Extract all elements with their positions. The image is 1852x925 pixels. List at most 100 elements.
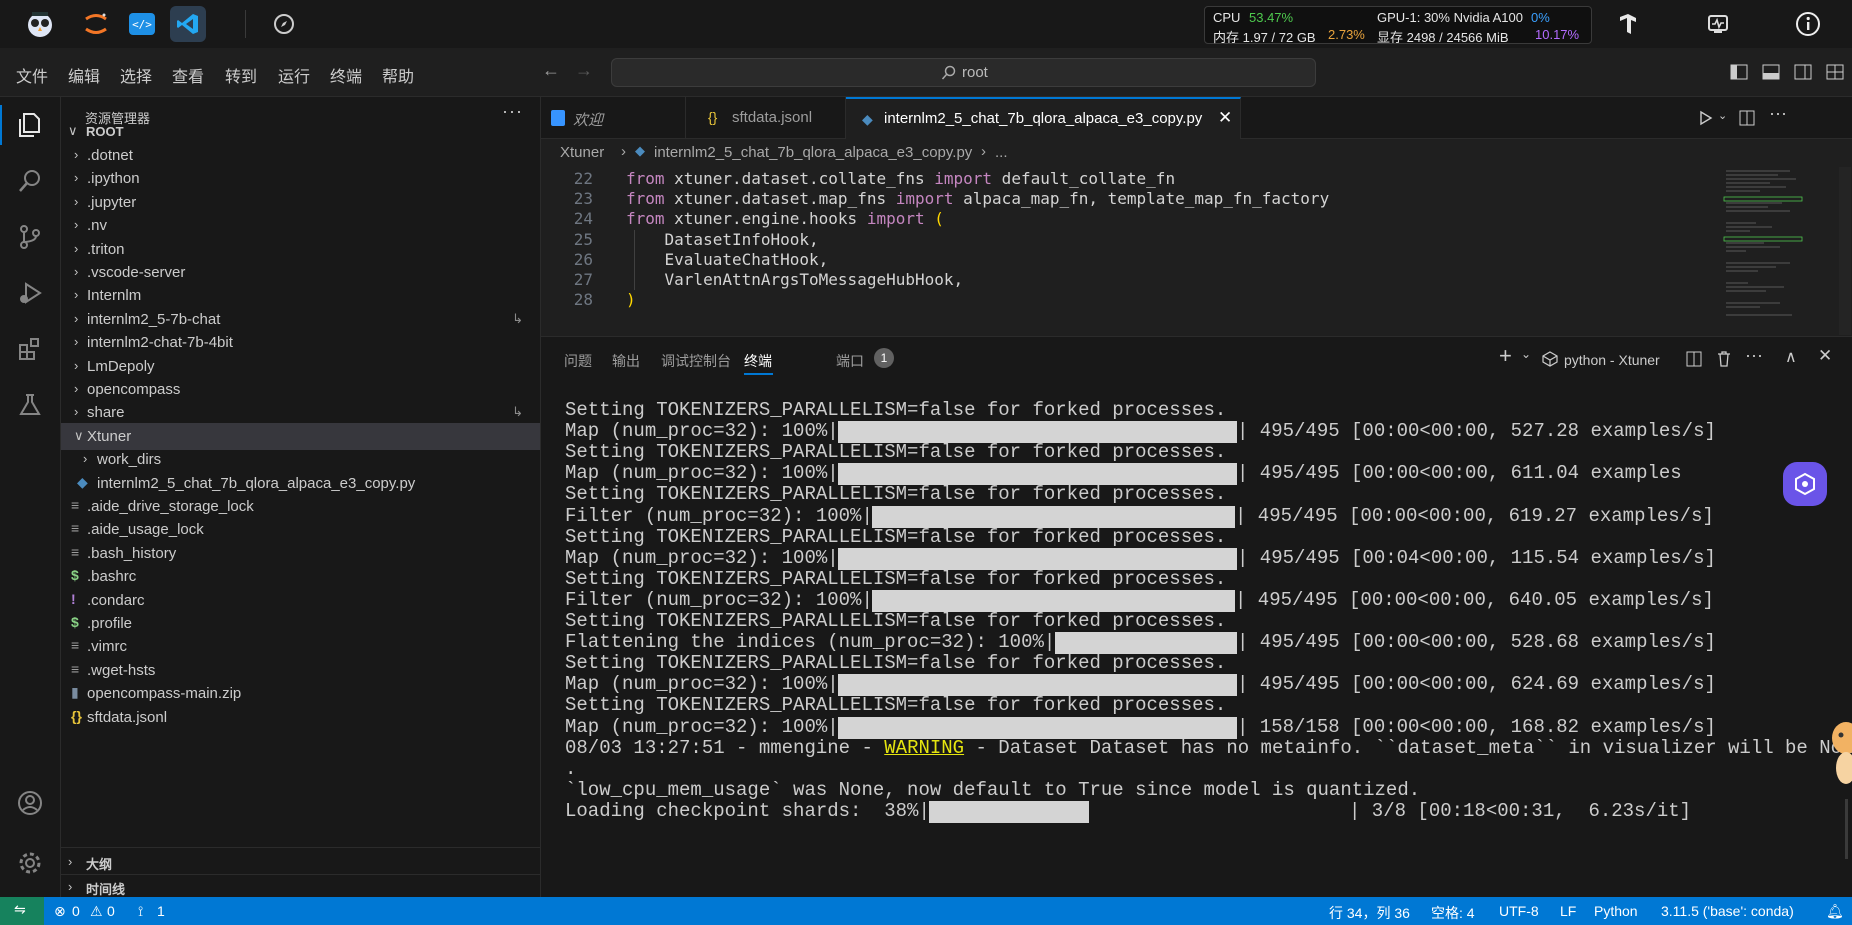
- error-icon[interactable]: ⊗: [54, 903, 66, 920]
- new-terminal-icon[interactable]: +: [1499, 343, 1512, 369]
- vscode-icon[interactable]: [170, 6, 206, 42]
- customize-layout-icon[interactable]: [1826, 64, 1844, 80]
- breadcrumb-file[interactable]: internlm2_5_chat_7b_qlora_alpaca_e3_copy…: [654, 144, 972, 161]
- tab-ports[interactable]: 端口: [836, 351, 864, 371]
- cursor-position[interactable]: 行 34，列 36: [1329, 903, 1410, 923]
- menu-edit[interactable]: 编辑: [68, 63, 100, 87]
- editor-scrollbar[interactable]: [1839, 167, 1851, 335]
- tree-item-label: share: [87, 404, 125, 422]
- ai-assistant-icon[interactable]: [1783, 462, 1827, 506]
- compass-icon[interactable]: [266, 6, 302, 42]
- settings-gear-icon[interactable]: [12, 845, 48, 881]
- python-interpreter[interactable]: 3.11.5 ('base': conda): [1661, 903, 1794, 919]
- tensorflow-icon[interactable]: [1610, 6, 1646, 42]
- command-center-search[interactable]: root: [611, 58, 1316, 87]
- warning-count[interactable]: 0: [107, 903, 115, 919]
- ports-icon[interactable]: ⟟: [138, 903, 143, 920]
- more-actions-icon[interactable]: ···: [1769, 103, 1787, 124]
- toggle-sidebar-icon[interactable]: [1730, 64, 1748, 80]
- language-mode[interactable]: Python: [1594, 903, 1638, 919]
- menu-file[interactable]: 文件: [16, 63, 48, 87]
- terminal-name[interactable]: python - Xtuner: [1564, 352, 1660, 368]
- tree-item-label: Xtuner: [87, 427, 132, 445]
- jupyter-icon[interactable]: [78, 6, 114, 42]
- tree-item-label: .bashrc: [87, 568, 137, 586]
- chevron-down-icon[interactable]: ⌄: [1718, 109, 1727, 122]
- terminal-profile-icon: [1542, 351, 1558, 367]
- ports-count[interactable]: 1: [157, 903, 165, 919]
- tab-active-py[interactable]: ◆ internlm2_5_chat_7b_qlora_alpaca_e3_co…: [846, 97, 1241, 139]
- chevron-down-icon: ∨: [68, 123, 78, 138]
- timeline-section[interactable]: › 时间线: [61, 874, 540, 897]
- progress-bar-fill: [837, 421, 1237, 444]
- tab-sftdata[interactable]: {} sftdata.jsonl: [686, 97, 846, 139]
- tree-item-label: internlm2_5-7b-chat: [87, 310, 221, 328]
- breadcrumb-more[interactable]: ...: [995, 144, 1008, 161]
- timeline-label: 时间线: [86, 882, 126, 897]
- tree-item-label: .condarc: [87, 591, 145, 609]
- account-icon[interactable]: [12, 785, 48, 821]
- chevron-right-icon: ›: [74, 240, 79, 256]
- code-editor[interactable]: 22 from xtuner.dataset.collate_fns import…: [541, 167, 1852, 335]
- toggle-secondary-sidebar-icon[interactable]: [1794, 64, 1812, 80]
- info-icon[interactable]: [1790, 6, 1826, 42]
- tab-terminal[interactable]: 终端: [744, 351, 772, 371]
- forward-arrow-icon[interactable]: →: [575, 60, 593, 81]
- progress-prefix: Filter (num_proc=32): 100%|: [565, 504, 873, 527]
- tab-welcome[interactable]: 欢迎: [541, 97, 686, 139]
- terminal-text: .: [565, 757, 577, 780]
- toggle-panel-icon[interactable]: [1762, 64, 1780, 80]
- menu-help[interactable]: 帮助: [382, 63, 414, 87]
- more-actions-icon[interactable]: ···: [1745, 345, 1763, 366]
- terminal-output[interactable]: Setting TOKENIZERS_PARALLELISM=false for…: [565, 399, 1852, 899]
- remote-indicator[interactable]: ⇋: [0, 897, 44, 925]
- trash-icon[interactable]: [1716, 350, 1732, 367]
- system-taskbar: </> CPU 53.47% 内存 1.97 / 72 GB 2.73% GPU…: [0, 0, 1852, 48]
- tree-item-label: internlm2-chat-7b-4bit: [87, 334, 233, 352]
- indentation[interactable]: 空格: 4: [1431, 903, 1475, 923]
- split-terminal-icon[interactable]: [1686, 351, 1702, 367]
- encoding[interactable]: UTF-8: [1499, 903, 1539, 919]
- source-control-icon[interactable]: [12, 219, 48, 255]
- menu-run[interactable]: 运行: [278, 63, 310, 87]
- symlink-icon: ↳: [512, 310, 523, 326]
- explorer-icon[interactable]: [12, 107, 48, 143]
- close-panel-icon[interactable]: ✕: [1818, 346, 1832, 366]
- testing-flask-icon[interactable]: [12, 387, 48, 423]
- tab-problems[interactable]: 问题: [564, 351, 592, 371]
- notifications-bell-icon[interactable]: 🔔︎: [1826, 903, 1844, 920]
- system-monitor-icon[interactable]: [1700, 6, 1736, 42]
- run-debug-icon[interactable]: [12, 275, 48, 311]
- search-icon[interactable]: [12, 163, 48, 199]
- back-arrow-icon[interactable]: ←: [542, 60, 560, 81]
- tree-item-label: .triton: [87, 240, 125, 258]
- breadcrumb-folder[interactable]: Xtuner: [560, 144, 604, 161]
- end-of-line[interactable]: LF: [1560, 903, 1576, 919]
- code-editor-icon[interactable]: </>: [124, 6, 160, 42]
- code-text: ): [626, 290, 636, 310]
- run-file-icon[interactable]: [1698, 110, 1714, 126]
- menu-selection[interactable]: 选择: [120, 63, 152, 87]
- chevron-down-icon[interactable]: ⌄: [1521, 347, 1531, 361]
- tab-output[interactable]: 输出: [612, 351, 640, 371]
- active-tab-underline: [744, 373, 773, 375]
- mascot-icon[interactable]: [1828, 708, 1852, 788]
- outline-section[interactable]: › 大纲: [61, 849, 540, 876]
- tree-item[interactable]: {} sftdata.jsonl: [61, 704, 540, 731]
- error-count[interactable]: 0: [72, 903, 80, 919]
- minimap[interactable]: [1720, 167, 1830, 335]
- split-editor-icon[interactable]: [1739, 110, 1755, 126]
- menu-view[interactable]: 查看: [172, 63, 204, 87]
- menu-go[interactable]: 转到: [225, 63, 257, 87]
- owl-app-icon[interactable]: [22, 6, 58, 42]
- tab-debug-console[interactable]: 调试控制台: [661, 351, 731, 371]
- close-icon[interactable]: ✕: [1218, 108, 1232, 128]
- root-folder[interactable]: ∨ ROOT: [61, 118, 540, 145]
- maximize-panel-icon[interactable]: ∧: [1785, 347, 1797, 367]
- extensions-icon[interactable]: [12, 331, 48, 367]
- terminal-scrollbar[interactable]: [1841, 399, 1852, 898]
- warning-icon[interactable]: ⚠: [90, 903, 103, 920]
- chevron-right-icon: ›: [74, 193, 79, 209]
- line-number: 23: [573, 189, 593, 209]
- menu-terminal[interactable]: 终端: [330, 63, 362, 87]
